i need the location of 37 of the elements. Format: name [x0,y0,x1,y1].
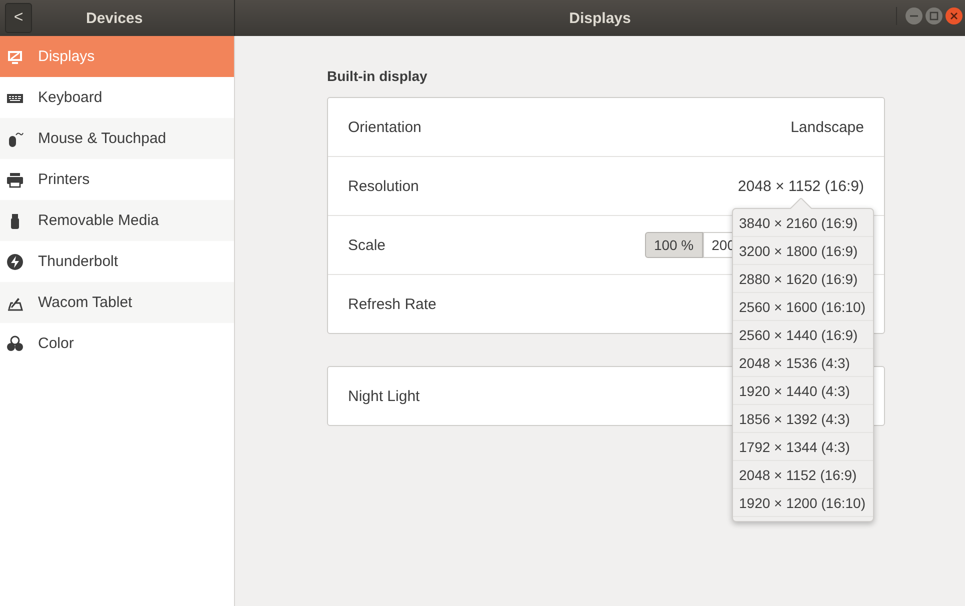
menu-item[interactable]: 1792 × 1344 (4:3) [733,433,873,461]
setting-label: Scale [348,236,386,254]
sidebar-item[interactable]: Color [0,323,234,364]
scale-option[interactable]: 100 % [644,232,703,258]
lightning-icon [6,252,24,270]
circles-icon [6,334,24,352]
menu-item[interactable]: 1920 × 1200 (16:10) [733,489,873,517]
menu-item[interactable]: 2048 × 1152 (16:9) [733,461,873,489]
printer-icon [6,170,24,188]
menu-item[interactable]: 1920 × 1440 (4:3) [733,377,873,405]
close-icon[interactable] [945,7,963,25]
menu-item[interactable]: 2880 × 1620 (16:9) [733,265,873,293]
sidebar-item[interactable]: Printers [0,159,234,200]
sidebar-item[interactable]: Wacom Tablet [0,282,234,323]
setting-label: Resolution [348,178,419,194]
window-title: Displays [569,10,631,26]
menu-item[interactable]: 3840 × 2160 (16:9) [733,209,873,237]
sidebar-title: Devices [86,10,143,26]
maximize-icon[interactable] [925,7,943,25]
sidebar-item[interactable]: Removable Media [0,200,234,241]
minimize-icon[interactable] [905,7,923,25]
setting-label: Night Light [348,388,420,404]
mouse-icon [6,130,24,148]
menu-item[interactable]: 1856 × 1392 (4:3) [733,405,873,433]
setting-value[interactable]: Landscape [790,118,864,136]
setting-label: Orientation [348,118,422,136]
menu-item[interactable]: 2048 × 1536 (4:3) [733,349,873,377]
sidebar-item[interactable]: Mouse & Touchpad [0,118,234,159]
section-heading: Built-in display [327,68,428,86]
setting-value[interactable]: 2048 × 1152 (16:9) [738,178,864,194]
setting-label: Refresh Rate [348,296,436,312]
menu-item[interactable]: 3200 × 1800 (16:9) [733,237,873,265]
back-button[interactable]: < [5,3,32,33]
sidebar-item[interactable]: Keyboard [0,77,234,118]
menu-item[interactable]: 2560 × 1600 (16:10) [733,293,873,321]
sidebar-item[interactable]: Thunderbolt [0,241,234,282]
menu-item[interactable]: 2560 × 1440 (16:9) [733,321,873,349]
